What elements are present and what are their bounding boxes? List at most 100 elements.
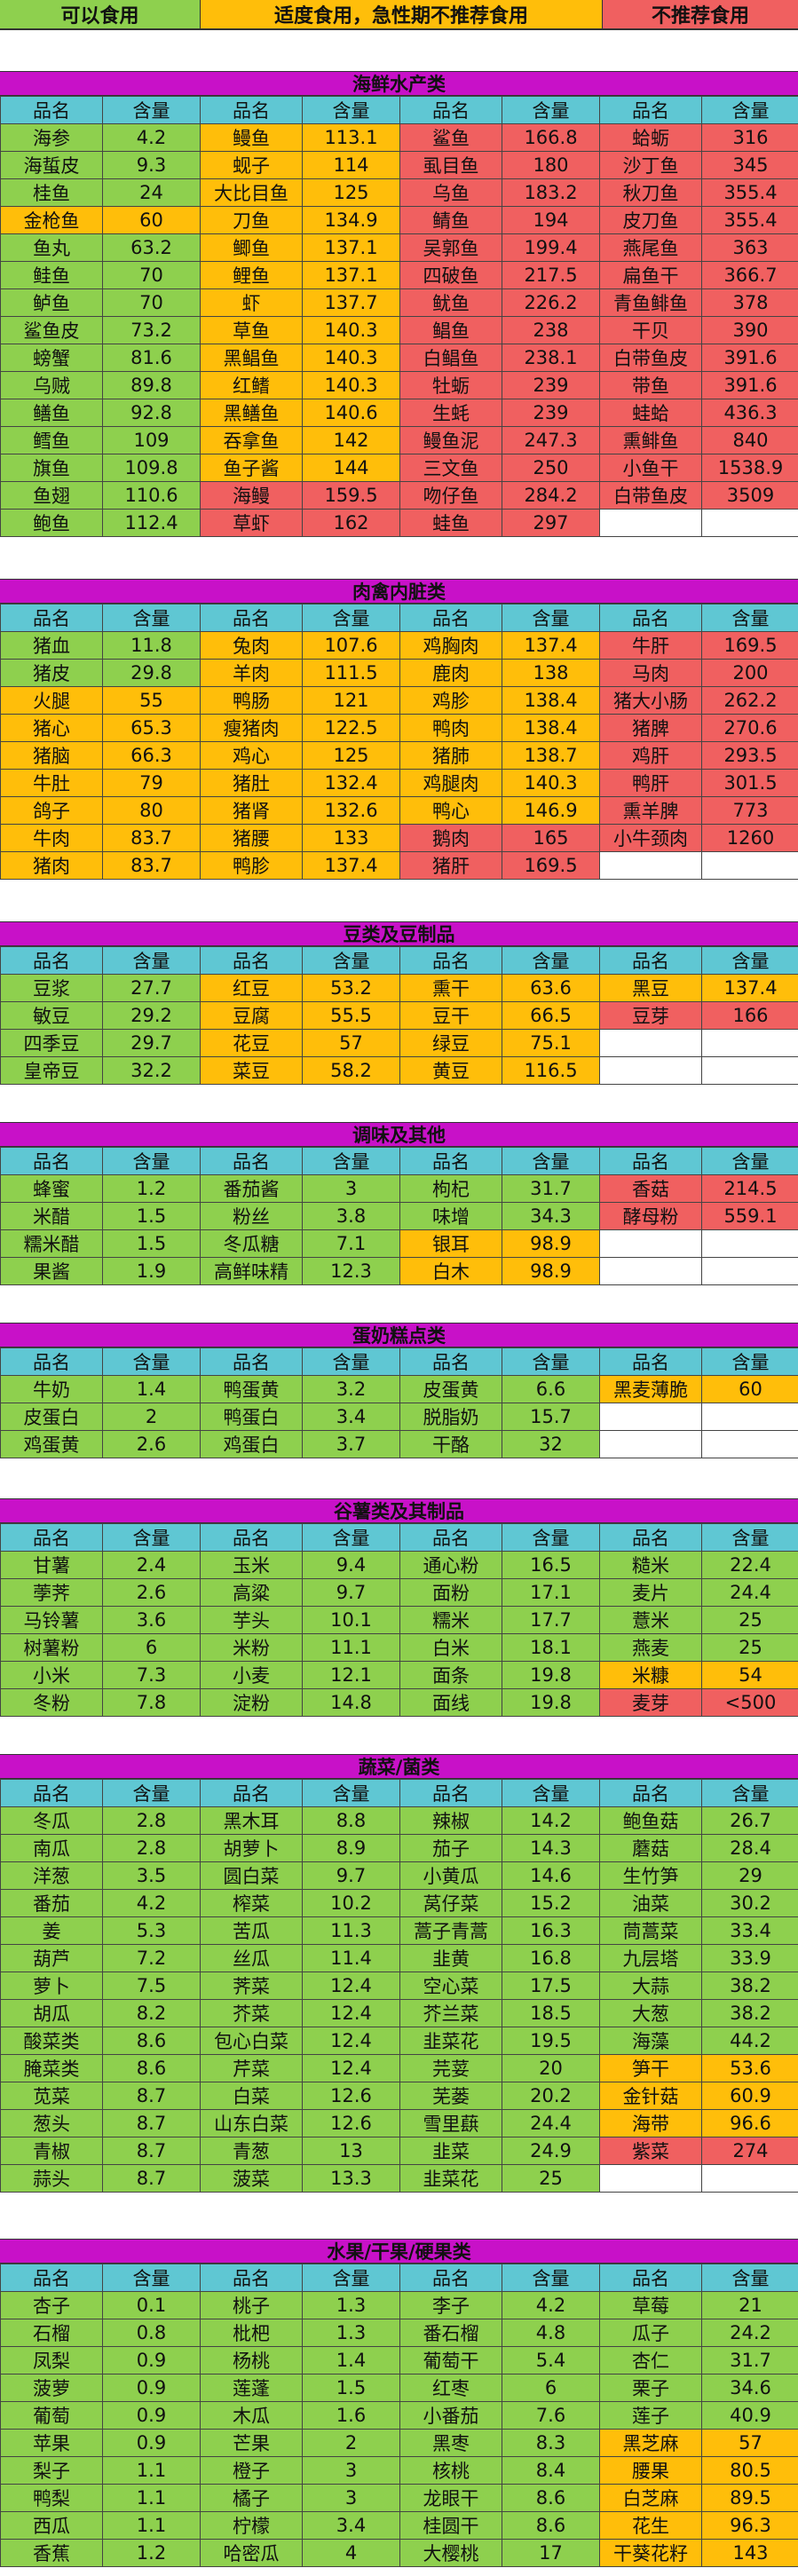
purine-value: 57: [302, 1029, 400, 1057]
header-name: 品名: [399, 1523, 502, 1552]
food-name: 猪肚: [200, 769, 303, 797]
food-name: 粉丝: [200, 1202, 303, 1230]
food-name: 小牛颈肉: [599, 824, 702, 852]
food-name: 香蕉: [0, 2539, 103, 2567]
food-name: 牛肝: [599, 631, 702, 660]
food-name: 猪心: [0, 714, 103, 742]
food-name: 海鳗: [200, 481, 303, 510]
food-name: 吴郭鱼: [399, 233, 502, 262]
purine-value: 363: [701, 233, 798, 262]
food-name: 包心白菜: [200, 2027, 303, 2055]
table-row: 苋菜 8.7 白菜 12.6 芜蒌 20.2 金针菇 60.9: [0, 2082, 798, 2110]
purine-value: 70: [102, 288, 201, 317]
purine-value: 7.5: [102, 1972, 201, 2000]
food-table: 品名 含量 品名 含量 品名 含量 品名 含量 牛奶 1.4 鸭蛋黄 3.2 皮蛋黄 6.6 黑麦薄脆 60 皮…: [0, 1347, 798, 1458]
purine-value: 1.9: [102, 1257, 201, 1285]
purine-value: 116.5: [502, 1056, 600, 1085]
food-name: 燕尾鱼: [599, 233, 702, 262]
header-value: 含量: [701, 604, 798, 632]
food-name: [599, 1056, 702, 1085]
purine-value: 8.6: [502, 2484, 600, 2512]
food-name: 刀鱼: [200, 206, 303, 234]
header-value: 含量: [102, 1147, 201, 1175]
purine-value: 3.6: [102, 1606, 201, 1634]
food-name: 海参: [0, 123, 103, 152]
food-name: 银耳: [399, 1229, 502, 1258]
header-value: 含量: [701, 1147, 798, 1175]
food-table: 品名 含量 品名 含量 品名 含量 品名 含量 杏子 0.1 桃子 1.3 李子 4.2 草莓 21 石榴 0.8…: [0, 2264, 798, 2567]
purine-value: 17: [502, 2539, 600, 2567]
purine-value: 14.6: [502, 1861, 600, 1890]
purine-value: 137.7: [302, 288, 400, 317]
header-value: 含量: [502, 604, 600, 632]
purine-value: 55.5: [302, 1001, 400, 1030]
food-name: 皮蛋白: [0, 1403, 103, 1431]
food-name: 红鳍: [200, 371, 303, 399]
header-name: 品名: [399, 96, 502, 124]
food-name: 黑麦薄脆: [599, 1375, 702, 1403]
food-name: 米醋: [0, 1202, 103, 1230]
table-row: 葡萄 0.9 木瓜 1.6 小番茄 7.6 莲子 40.9: [0, 2401, 798, 2430]
header-name: 品名: [0, 96, 103, 124]
table-row: 皮蛋白 2 鸭蛋白 3.4 脱脂奶 15.7: [0, 1403, 798, 1431]
purine-value: 9.4: [302, 1551, 400, 1579]
purine-value: 66.3: [102, 741, 201, 770]
food-name: 石榴: [0, 2319, 103, 2347]
header-name: 品名: [599, 1147, 702, 1175]
food-name: 生蚝: [399, 399, 502, 427]
table-row: 豆浆 27.7 红豆 53.2 熏干 63.6 黑豆 137.4: [0, 974, 798, 1002]
purine-value: 27.7: [102, 974, 201, 1002]
food-name: 荠菜: [200, 1972, 303, 2000]
table-row: 凤梨 0.9 杨桃 1.4 葡萄干 5.4 杏仁 31.7: [0, 2346, 798, 2375]
purine-value: 11.3: [302, 1916, 400, 1945]
purine-value: 12.4: [302, 2054, 400, 2082]
food-name: 鲤鱼: [200, 261, 303, 289]
food-name: 鹿肉: [399, 659, 502, 687]
table-row: 鲍鱼 112.4 草虾 162 蛙鱼 297: [0, 509, 798, 537]
purine-value: 4.8: [502, 2319, 600, 2347]
purine-value: 26.7: [701, 1806, 798, 1835]
food-name: 黑枣: [399, 2429, 502, 2457]
purine-value: 143: [701, 2539, 798, 2567]
purine-value: 1.1: [102, 2511, 201, 2540]
food-name: 莲蓬: [200, 2374, 303, 2402]
purine-value: 8.7: [102, 2082, 201, 2110]
purine-value: 2: [302, 2429, 400, 2457]
purine-value: 109: [102, 426, 201, 454]
purine-value: 17.7: [502, 1606, 600, 1634]
header-name: 品名: [599, 946, 702, 975]
food-name: 黑芝麻: [599, 2429, 702, 2457]
section-title: 肉禽内脏类: [0, 579, 798, 604]
header-name: 品名: [200, 946, 303, 975]
section-2: 豆类及豆制品 品名 含量 品名 含量 品名 含量 品名 含量 豆浆 27.7 红豆 53.2 熏干 63.6…: [0, 921, 798, 1085]
purine-value: 12.1: [302, 1661, 400, 1689]
food-name: 菠萝: [0, 2374, 103, 2402]
purine-value: 137.1: [302, 233, 400, 262]
table-row: 旗鱼 109.8 鱼子酱 144 三文鱼 250 小鱼干 1538.9: [0, 454, 798, 482]
table-row: 梨子 1.1 橙子 3 核桃 8.4 腰果 80.5: [0, 2456, 798, 2485]
purine-value: 180: [502, 151, 600, 179]
food-name: 桂圆干: [399, 2511, 502, 2540]
table-row: 鲨鱼皮 73.2 草鱼 140.3 鲳鱼 238 干贝 390: [0, 316, 798, 344]
purine-value: 238: [502, 316, 600, 344]
purine-value: 247.3: [502, 426, 600, 454]
food-name: 葱头: [0, 2109, 103, 2137]
food-name: 皮刀鱼: [599, 206, 702, 234]
food-name: 白带鱼皮: [599, 344, 702, 372]
food-name: 四季豆: [0, 1029, 103, 1057]
food-name: 苦瓜: [200, 1916, 303, 1945]
header-value: 含量: [502, 1779, 600, 1807]
purine-value: 9.3: [102, 151, 201, 179]
food-name: 胡瓜: [0, 1999, 103, 2027]
purine-value: 75.1: [502, 1029, 600, 1057]
table-row: 石榴 0.8 枇杷 1.3 番石榴 4.8 瓜子 24.2: [0, 2319, 798, 2347]
food-table: 品名 含量 品名 含量 品名 含量 品名 含量 冬瓜 2.8 黑木耳 8.8 辣椒 14.2 鲍鱼菇 26.7…: [0, 1779, 798, 2193]
food-name: 冬粉: [0, 1688, 103, 1717]
food-name: 海藻: [599, 2027, 702, 2055]
section-3: 调味及其他 品名 含量 品名 含量 品名 含量 品名 含量 蜂蜜 1.2 番茄酱 3 枸杞 31.7 香菇 21…: [0, 1122, 798, 1285]
food-name: 芒果: [200, 2429, 303, 2457]
purine-value: 7.3: [102, 1661, 201, 1689]
food-name: 荸荠: [0, 1578, 103, 1607]
purine-value: 20: [502, 2054, 600, 2082]
table-row: 桂鱼 24 大比目鱼 125 乌鱼 183.2 秋刀鱼 355.4: [0, 178, 798, 207]
